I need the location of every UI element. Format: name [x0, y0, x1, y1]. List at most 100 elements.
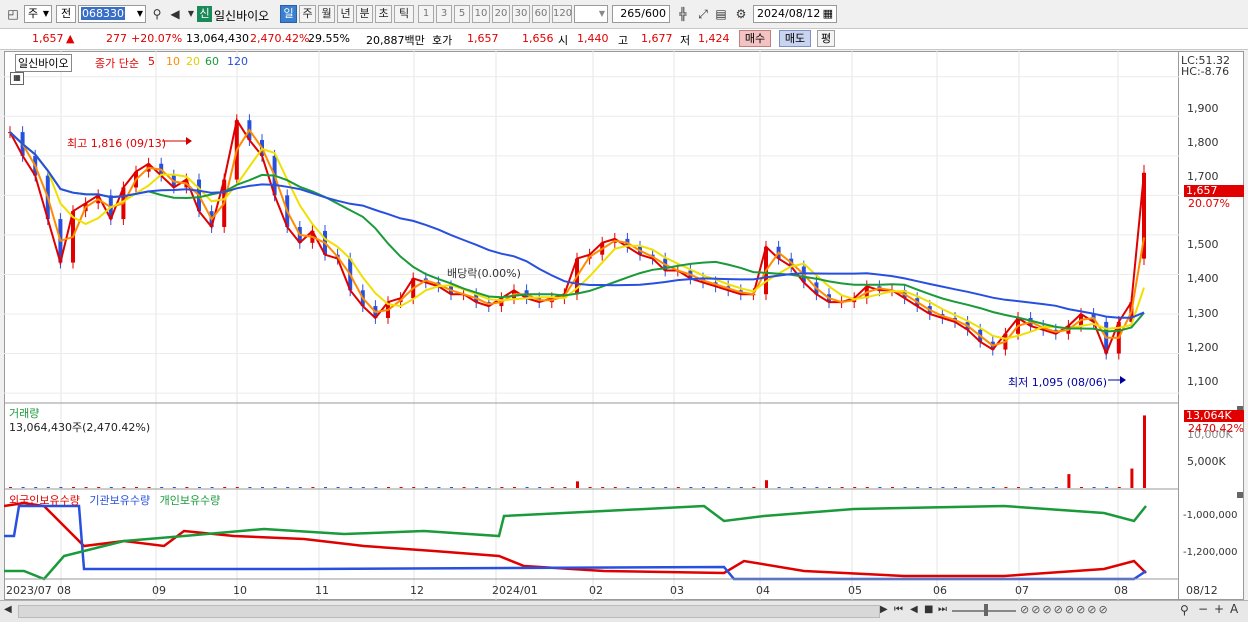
- data-count-input[interactable]: 265/600: [612, 5, 670, 23]
- moving-average-line: [9, 131, 1145, 333]
- interval-custom-select[interactable]: ▼: [574, 5, 608, 23]
- candle-type-icon[interactable]: ╬: [674, 5, 692, 23]
- bid-price-1: 1,657: [467, 32, 499, 45]
- volume-y-tick: 5,000K: [1187, 455, 1226, 468]
- period-year[interactable]: 년: [337, 5, 354, 23]
- period-second[interactable]: 초: [375, 5, 392, 23]
- volume-bar: [387, 487, 390, 488]
- zoom-icon[interactable]: ⚲: [1180, 603, 1189, 617]
- scroll-left-icon[interactable]: ◀: [4, 604, 12, 615]
- buy-button[interactable]: 매수: [739, 30, 771, 47]
- volume-bar: [676, 487, 680, 488]
- trade-amount: 20,887백만: [366, 34, 425, 47]
- market-select[interactable]: 주 ▼: [24, 5, 52, 23]
- price-change: 277: [106, 32, 127, 45]
- font-size-icon[interactable]: A: [1230, 602, 1238, 616]
- volume-bar: [991, 487, 995, 488]
- volume-bar: [59, 487, 63, 488]
- interval-60[interactable]: 60: [532, 5, 550, 23]
- interval-1[interactable]: 1: [418, 5, 434, 23]
- chart-canvas[interactable]: [4, 51, 1179, 600]
- high-price: 1,677: [641, 32, 673, 45]
- period-tick[interactable]: 틱: [394, 5, 414, 23]
- volume-bar: [966, 487, 970, 488]
- period-minute[interactable]: 분: [356, 5, 373, 23]
- chart-area[interactable]: 일신바이오 종가 단순 5 10 20 60 120 ▦ 최고 1,816 (0…: [4, 51, 1179, 600]
- volume-bar: [109, 487, 113, 488]
- quote-bar: 1,657 ▲ 277 +20.07% 13,064,430 2,470.42%…: [0, 28, 1248, 50]
- volume-bar: [122, 487, 126, 488]
- period-day[interactable]: 일: [280, 5, 297, 23]
- zoom-slider-thumb[interactable]: [984, 604, 988, 616]
- table-icon[interactable]: ▦: [10, 72, 24, 85]
- volume-bar: [185, 487, 189, 488]
- rewind-icon[interactable]: ⏮: [894, 604, 903, 615]
- fast-forward-icon[interactable]: ⏭: [938, 604, 947, 615]
- volume-bar: [286, 487, 290, 488]
- tool-icons[interactable]: ⊘⊘⊘⊘⊘⊘⊘⊘: [1020, 603, 1110, 616]
- volume-bar: [248, 487, 252, 488]
- draw-tool-icon[interactable]: ⤢: [694, 5, 712, 23]
- volume-bar: [702, 487, 705, 488]
- interval-5[interactable]: 5: [454, 5, 470, 23]
- save-icon[interactable]: ▤: [712, 5, 730, 23]
- play-back-icon[interactable]: ◀: [910, 604, 918, 615]
- volume-bar: [777, 487, 781, 488]
- zoom-out-icon[interactable]: −: [1198, 602, 1208, 616]
- search-icon[interactable]: ⚲: [148, 5, 166, 23]
- eval-button[interactable]: 평: [817, 30, 835, 47]
- period-week[interactable]: 주: [299, 5, 316, 23]
- volume-bar: [563, 487, 567, 488]
- x-tick-07: 07: [1015, 584, 1029, 597]
- stop-icon[interactable]: ■: [924, 604, 933, 615]
- bid-label: 호가: [432, 34, 453, 47]
- x-tick-03: 03: [670, 584, 684, 597]
- moving-average-line: [9, 117, 1145, 357]
- volume-bar: [261, 487, 264, 488]
- volume-bar: [802, 487, 806, 488]
- volume-bar: [399, 487, 403, 488]
- date-input[interactable]: 2024/08/12 ▦: [753, 5, 837, 23]
- y-tick-1300: 1,300: [1187, 307, 1219, 320]
- window-icon[interactable]: ◰: [4, 5, 22, 23]
- volume-bar: [223, 487, 227, 488]
- bid-price-2: 1,656: [522, 32, 554, 45]
- volume-bar: [9, 487, 12, 488]
- stock-code: 068330: [81, 7, 125, 20]
- chevron-down-icon: ▼: [42, 9, 49, 18]
- scroll-track[interactable]: [18, 605, 880, 618]
- stock-name-tag[interactable]: 일신바이오: [15, 54, 72, 72]
- volume-bar: [487, 487, 491, 488]
- interval-10[interactable]: 10: [472, 5, 490, 23]
- holding-legend: 외국인보유수량 기관보유수량 개인보유수량: [9, 492, 220, 508]
- volume-bar: [840, 487, 844, 488]
- interval-30[interactable]: 30: [512, 5, 530, 23]
- volume-bar: [324, 487, 327, 488]
- y-tick-1100: 1,100: [1187, 375, 1219, 388]
- volume-bar: [626, 487, 630, 488]
- volume-bar: [424, 487, 428, 488]
- gear-icon[interactable]: ⚙: [732, 5, 750, 23]
- volume-bar: [1029, 487, 1033, 488]
- interval-3[interactable]: 3: [436, 5, 452, 23]
- chart-scrollbar[interactable]: ◀ ▶ ⏮ ◀ ■ ⏭ ⊘⊘⊘⊘⊘⊘⊘⊘ ⚲ − + A: [0, 600, 1248, 622]
- volume-bar: [1105, 487, 1109, 488]
- volume-bar: [1042, 487, 1046, 488]
- volume-bar: [689, 487, 693, 488]
- scroll-right-icon[interactable]: ▶: [880, 604, 888, 615]
- volume-bar: [34, 487, 38, 488]
- period-month[interactable]: 월: [318, 5, 335, 23]
- interval-20[interactable]: 20: [492, 5, 510, 23]
- holding-line: [4, 504, 1147, 581]
- prev-button[interactable]: 전: [56, 5, 76, 23]
- volume-bar: [172, 487, 176, 488]
- volume-bar: [235, 487, 239, 488]
- volume-bar: [374, 487, 378, 488]
- y-tick-1800: 1,800: [1187, 136, 1219, 149]
- interval-120[interactable]: 120: [552, 5, 572, 23]
- zoom-in-icon[interactable]: +: [1214, 602, 1224, 616]
- ma-legend-60: 60: [205, 55, 219, 68]
- stock-code-input[interactable]: 068330 ▼: [78, 5, 146, 23]
- panel-close-icon[interactable]: [1237, 492, 1243, 498]
- sell-button[interactable]: 매도: [779, 30, 811, 47]
